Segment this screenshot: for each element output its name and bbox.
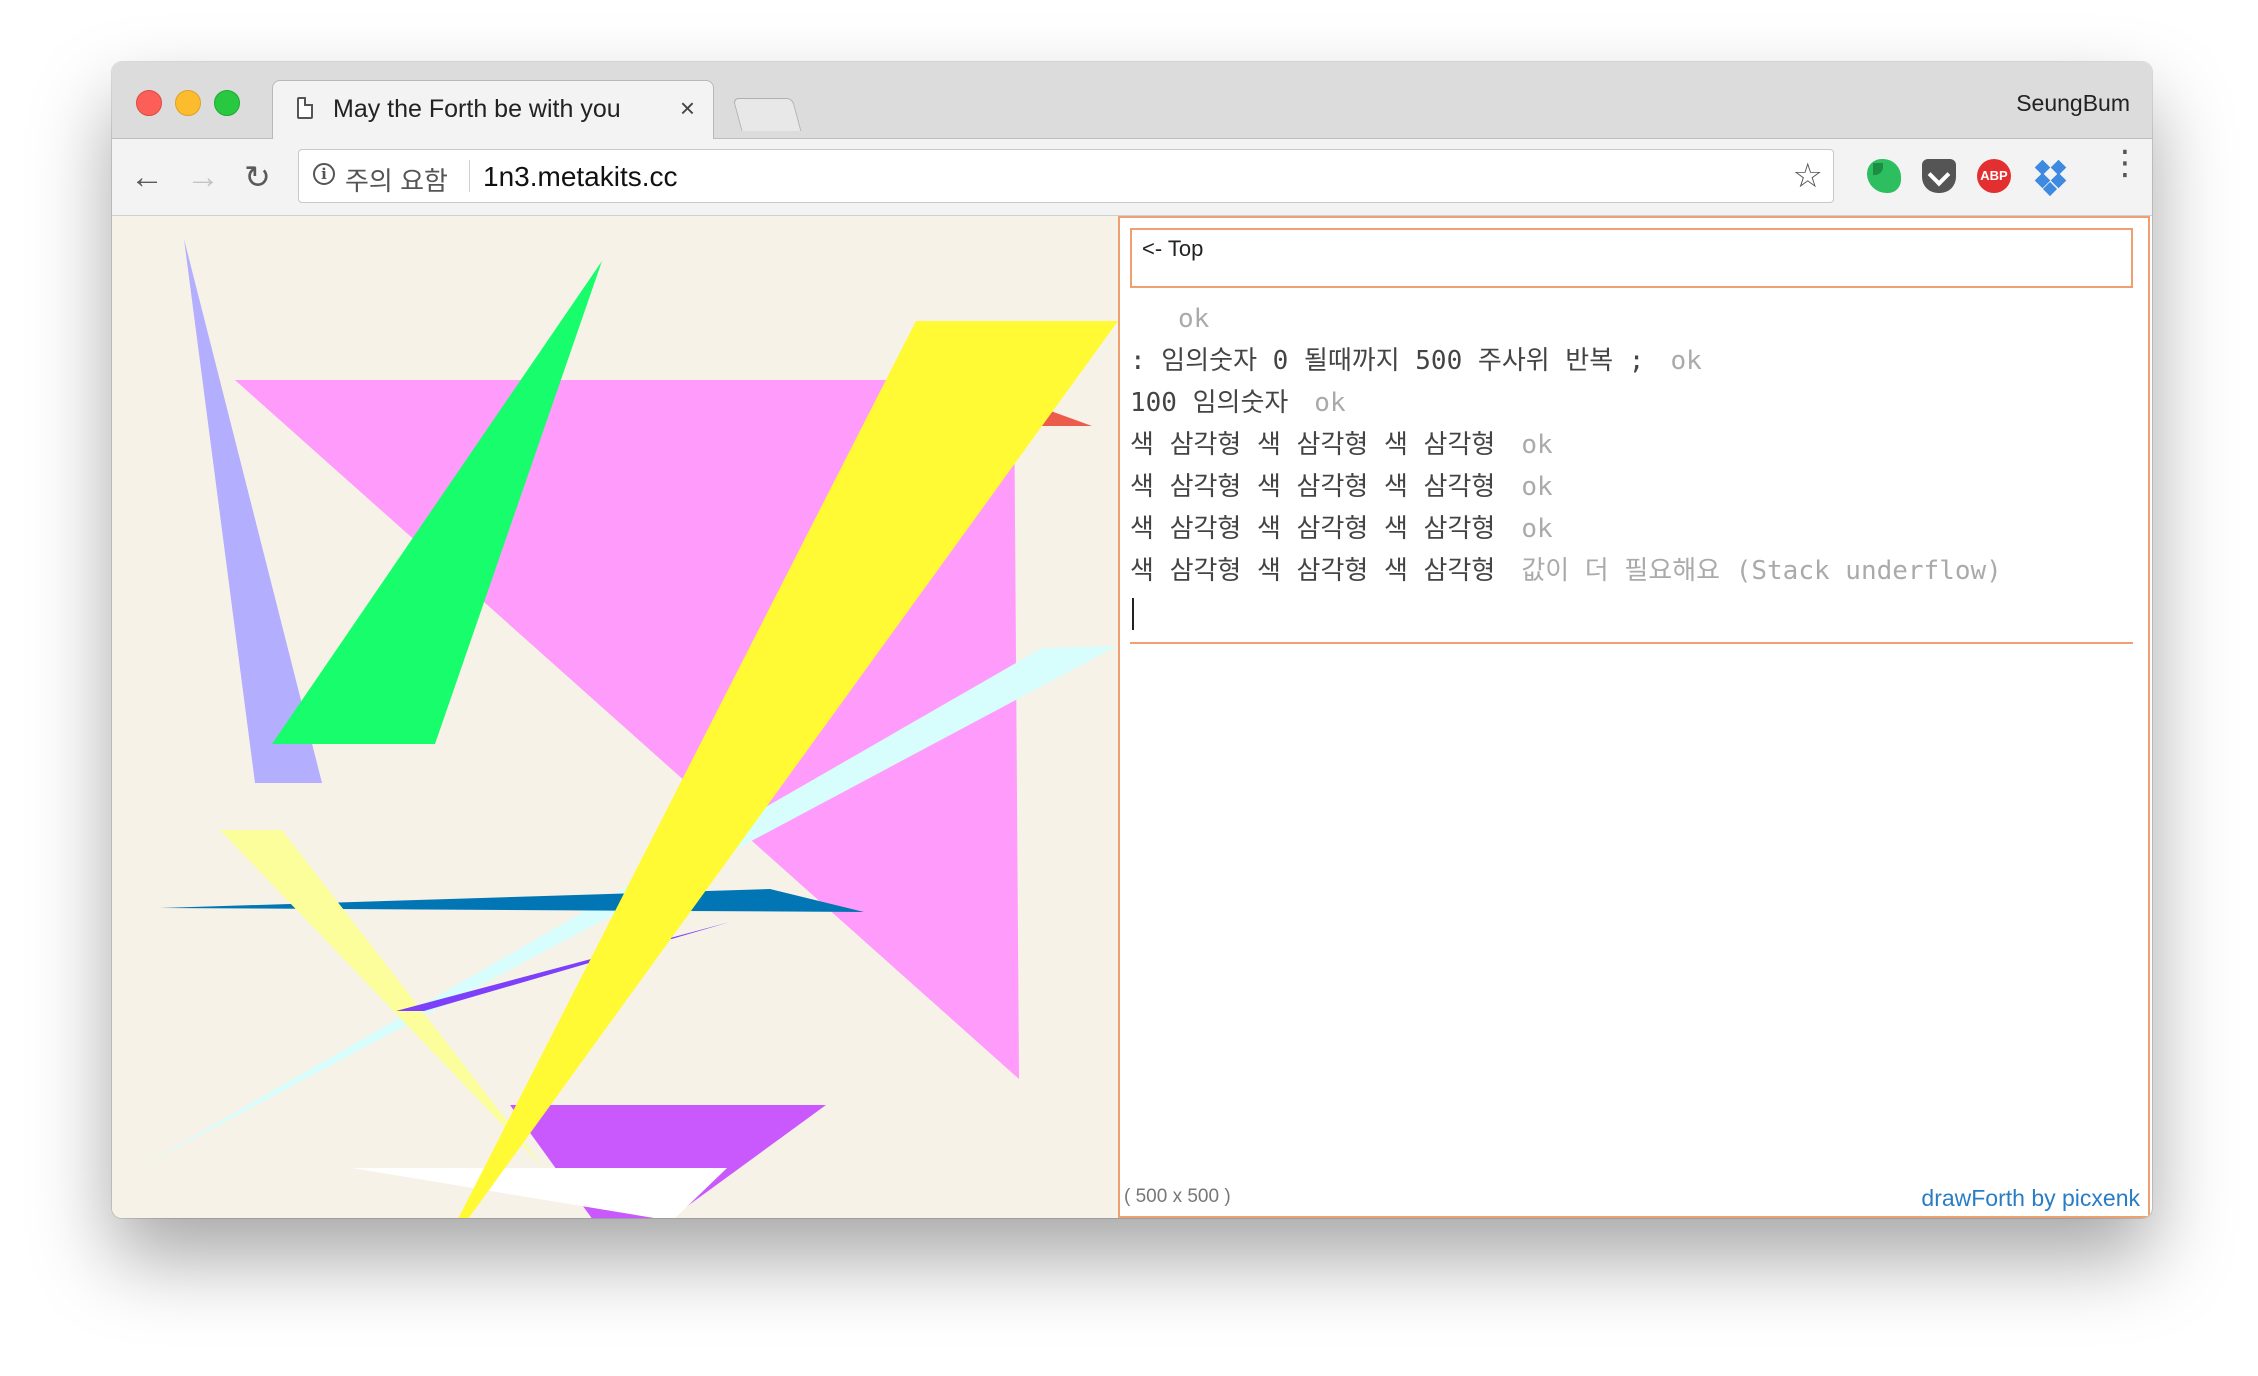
console-command: 색 삼각형 색 삼각형 색 삼각형	[1130, 472, 1496, 502]
browser-window: May the Forth be with you × SeungBum ← →…	[112, 62, 2152, 1218]
console-line: ok	[1130, 298, 2135, 340]
console-line: 색 삼각형 색 삼각형 색 삼각형 ok	[1130, 424, 2135, 466]
page-content: <- Top ok : 임의숫자 0 될때까지 500 주사위 반복 ; ok 1…	[112, 216, 2152, 1218]
console-line: : 임의숫자 0 될때까지 500 주사위 반복 ; ok	[1130, 340, 2135, 382]
console-command: 색 삼각형 색 삼각형 색 삼각형	[1130, 556, 1496, 586]
console-panel: <- Top ok : 임의숫자 0 될때까지 500 주사위 반복 ; ok 1…	[1118, 216, 2150, 1218]
console-response: ok	[1178, 304, 1210, 334]
console-response: 값이 더 필요해요 (Stack underflow)	[1521, 556, 2002, 586]
console-response: ok	[1670, 346, 1702, 376]
address-bar[interactable]: i 주의 요함 1n3.metakits.cc ☆	[298, 149, 1834, 203]
security-status[interactable]: 주의 요함	[345, 161, 448, 198]
console-line: 색 삼각형 색 삼각형 색 삼각형 ok	[1130, 508, 2135, 550]
tab-close-icon[interactable]: ×	[680, 93, 695, 124]
reload-icon[interactable]: ↻	[244, 157, 271, 197]
top-link-box: <- Top	[1130, 228, 2133, 288]
evernote-icon[interactable]	[1867, 159, 1901, 193]
triangle-white	[352, 1168, 727, 1218]
console-command: 색 삼각형 색 삼각형 색 삼각형	[1130, 514, 1496, 544]
tab-active[interactable]: May the Forth be with you ×	[272, 80, 714, 139]
close-window-button[interactable]	[136, 90, 162, 116]
profile-name[interactable]: SeungBum	[2016, 90, 2130, 117]
dropbox-icon[interactable]	[2034, 159, 2068, 197]
top-link[interactable]: <- Top	[1142, 236, 1203, 262]
menu-kebab-icon[interactable]: ⋮	[2108, 146, 2142, 195]
console-output: ok : 임의숫자 0 될때까지 500 주사위 반복 ; ok 100 임의숫자…	[1130, 298, 2135, 634]
page-icon	[297, 97, 313, 119]
console-input[interactable]	[1130, 592, 2135, 634]
bookmark-star-icon[interactable]: ☆	[1793, 156, 1823, 196]
credit-link[interactable]: drawForth by picxenk	[1921, 1185, 2140, 1212]
console-command: 색 삼각형 색 삼각형 색 삼각형	[1130, 430, 1496, 460]
drawing-canvas[interactable]	[112, 216, 1118, 1218]
toolbar: ← → ↻ i 주의 요함 1n3.metakits.cc ☆ ABP ⋮	[112, 139, 2152, 216]
adblock-plus-icon[interactable]: ABP	[1977, 159, 2011, 193]
console-response: ok	[1314, 388, 1346, 418]
zoom-window-button[interactable]	[214, 90, 240, 116]
url-text[interactable]: 1n3.metakits.cc	[483, 161, 678, 193]
info-icon[interactable]: i	[313, 163, 335, 185]
forward-arrow-icon[interactable]: →	[186, 157, 220, 197]
text-cursor	[1132, 598, 1134, 630]
tab-strip: May the Forth be with you × SeungBum	[112, 62, 2152, 139]
minimize-window-button[interactable]	[175, 90, 201, 116]
console-divider	[1130, 642, 2133, 644]
back-arrow-icon[interactable]: ←	[130, 157, 164, 197]
console-command: 100 임의숫자	[1130, 388, 1289, 418]
console-command: : 임의숫자 0 될때까지 500 주사위 반복 ;	[1130, 346, 1645, 376]
pocket-icon[interactable]	[1922, 159, 1956, 193]
new-tab-button[interactable]	[732, 98, 802, 131]
console-response: ok	[1521, 514, 1553, 544]
console-line: 색 삼각형 색 삼각형 색 삼각형 ok	[1130, 466, 2135, 508]
console-response: ok	[1521, 430, 1553, 460]
console-line: 색 삼각형 색 삼각형 색 삼각형 값이 더 필요해요 (Stack underf…	[1130, 550, 2135, 592]
tab-title: May the Forth be with you	[333, 95, 621, 123]
console-response: ok	[1521, 472, 1553, 502]
omnibox-divider	[469, 160, 470, 192]
canvas-size-label: ( 500 x 500 )	[1124, 1186, 1231, 1207]
console-line: 100 임의숫자 ok	[1130, 382, 2135, 424]
triangle-blue	[160, 889, 864, 912]
triangle-light-yellow	[220, 830, 542, 1166]
